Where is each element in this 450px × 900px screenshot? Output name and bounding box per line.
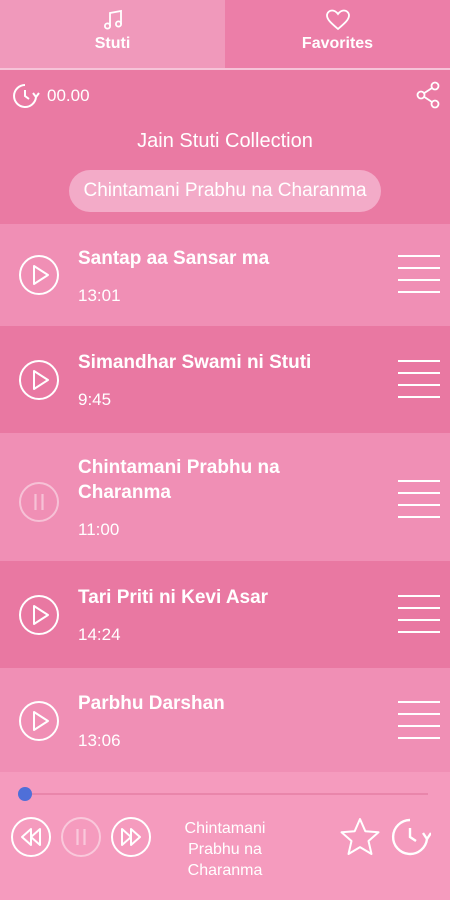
pause-icon[interactable] (60, 816, 102, 858)
track-duration: 11:00 (78, 520, 120, 539)
player-bar: Chintamani Prabhu na Charanma (0, 772, 450, 900)
timer-value: 00.00 (47, 86, 90, 105)
share-icon[interactable] (415, 81, 441, 109)
drag-handle-icon[interactable] (398, 359, 440, 399)
heart-icon (325, 9, 350, 31)
pause-icon[interactable] (18, 481, 60, 523)
fast-forward-icon[interactable] (110, 816, 152, 858)
track-title: Parbhu Darshan (78, 693, 225, 714)
track-row[interactable]: Parbhu Darshan 13:06 (0, 668, 450, 772)
track-row[interactable]: Santap aa Sansar ma 13:01 (0, 224, 450, 326)
tab-favorites-label: Favorites (301, 35, 374, 52)
track-duration: 13:06 (78, 731, 121, 750)
track-duration: 13:01 (78, 286, 121, 305)
tab-bar: Stuti Favorites (0, 0, 450, 70)
rewind-icon[interactable] (10, 816, 52, 858)
track-row[interactable]: Tari Priti ni Kevi Asar 14:24 (0, 561, 450, 668)
tab-stuti-label: Stuti (94, 35, 131, 52)
track-row-current[interactable]: Chintamani Prabhu na Charanma 11:00 (0, 433, 450, 561)
seek-bar[interactable] (22, 793, 428, 795)
sleep-timer-row: 00.00 (0, 78, 450, 112)
play-icon[interactable] (18, 594, 60, 636)
play-icon[interactable] (18, 700, 60, 742)
track-row[interactable]: Simandhar Swami ni Stuti 9:45 (0, 326, 450, 433)
track-duration: 9:45 (78, 390, 112, 409)
player-now-title: Chintamani Prabhu na Charanma (184, 820, 266, 879)
seek-handle[interactable] (18, 787, 32, 801)
track-title: Tari Priti ni Kevi Asar (78, 587, 269, 608)
track-title: Chintamani Prabhu na Charanma (78, 457, 280, 503)
music-note-icon (103, 9, 122, 30)
repeat-timer-icon[interactable] (389, 816, 431, 858)
star-icon[interactable] (339, 816, 381, 858)
track-title: Simandhar Swami ni Stuti (78, 352, 312, 373)
tab-favorites[interactable]: Favorites (225, 0, 450, 70)
tab-divider (0, 68, 450, 70)
drag-handle-icon[interactable] (398, 254, 440, 294)
track-title: Santap aa Sansar ma (78, 248, 270, 269)
now-playing-pill: Chintamani Prabhu na Charanma (69, 170, 381, 212)
sleep-timer-icon[interactable] (10, 81, 40, 111)
tab-stuti[interactable]: Stuti (0, 0, 225, 70)
drag-handle-icon[interactable] (398, 479, 440, 519)
play-icon[interactable] (18, 254, 60, 296)
play-icon[interactable] (18, 359, 60, 401)
collection-title: Jain Stuti Collection (137, 130, 313, 152)
track-duration: 14:24 (78, 625, 121, 644)
drag-handle-icon[interactable] (398, 594, 440, 634)
drag-handle-icon[interactable] (398, 700, 440, 740)
